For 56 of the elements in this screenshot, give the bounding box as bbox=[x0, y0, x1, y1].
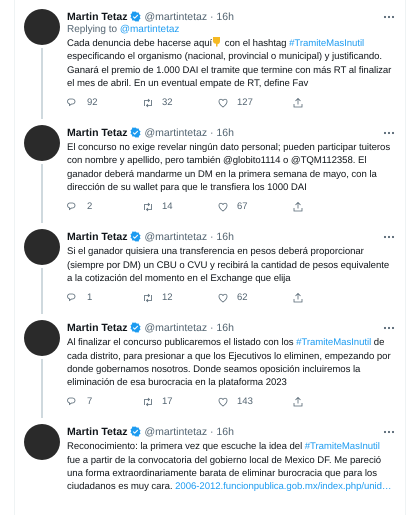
more-options-icon[interactable] bbox=[383, 14, 395, 18]
heart-icon[interactable] bbox=[217, 396, 229, 408]
verified-badge-icon bbox=[130, 127, 142, 138]
like-count: 62 bbox=[237, 292, 248, 304]
verified-badge-icon bbox=[130, 426, 142, 438]
share-icon[interactable] bbox=[292, 96, 304, 109]
author-name[interactable]: Martin Tetaz bbox=[67, 426, 128, 438]
tweet-text: Al finalizar el concurso publicaremos el listado con los #TramiteMasInutil de cada distrito, para presionar a que los Ejecutivos lo eliminen, empezando por donde gobernamos nosotros. Donde seamos oposición incluiremos la eliminación de esa burocracia en la plataforma 2023 bbox=[67, 336, 392, 390]
verified-badge-icon bbox=[130, 11, 142, 22]
pointing-down-hand-icon bbox=[212, 36, 222, 47]
author-name[interactable]: Martin Tetaz bbox=[67, 322, 128, 334]
retweet-icon[interactable] bbox=[142, 96, 154, 109]
avatar[interactable] bbox=[24, 320, 60, 356]
author-handle-time[interactable]: @martintetaz · 16h bbox=[144, 230, 234, 243]
tweet-text: El concurso no exige revelar ningún dato personal; pueden participar tuiteros con nombre y apellido, pero también @globito1114 o @TQM112358. El ganador deberá mandarme un DM en la primera semana de mayo, con la dirección de su wallet para que le transfiera los 1000 DAI bbox=[67, 141, 392, 194]
tweet-text: Si el ganador quisiera una transferencia en pesos deberá proporcionar (siempre por DM) un CBU o CVU y recibirá la cantidad de pesos equivalente a la cotización del momento en el Exchange que elija bbox=[67, 245, 390, 286]
author-name[interactable]: Martin Tetaz bbox=[67, 126, 128, 139]
share-icon[interactable] bbox=[292, 396, 304, 408]
reply-count: 1 bbox=[87, 292, 92, 304]
retweet-count: 14 bbox=[162, 201, 173, 212]
like-count: 127 bbox=[237, 97, 253, 108]
reply-count: 92 bbox=[87, 97, 98, 108]
author-handle-time[interactable]: @martintetaz · 16h bbox=[144, 426, 234, 438]
author-name[interactable]: Martin Tetaz bbox=[67, 10, 128, 22]
more-options-icon[interactable] bbox=[383, 430, 395, 434]
tweet-text: Cada denuncia debe hacerse aquí con el hashtag #TramiteMasInutil especificando el organismo (nacional, provincial o municipal) y justificando. Ganará el premio de 1.000 DAI el tramite que termine con más RT al finalizar el mes de abril. En un eventual empate de RT, define Fav bbox=[67, 36, 392, 90]
avatar[interactable] bbox=[24, 9, 60, 45]
more-options-icon[interactable] bbox=[383, 326, 395, 330]
like-count: 67 bbox=[237, 201, 248, 212]
author-name[interactable]: Martin Tetaz bbox=[67, 230, 128, 243]
verified-badge-icon bbox=[130, 322, 142, 334]
avatar[interactable] bbox=[24, 424, 60, 460]
author-handle-time[interactable]: @martintetaz · 16h bbox=[144, 10, 234, 22]
verified-badge-icon bbox=[130, 231, 142, 242]
reply-count: 2 bbox=[87, 201, 92, 212]
heart-icon[interactable] bbox=[217, 292, 229, 304]
heart-icon[interactable] bbox=[217, 96, 229, 109]
share-icon[interactable] bbox=[292, 292, 304, 304]
avatar[interactable] bbox=[24, 125, 60, 162]
author-handle-time[interactable]: @martintetaz · 16h bbox=[144, 126, 234, 139]
retweet-icon[interactable] bbox=[142, 396, 154, 408]
retweet-icon[interactable] bbox=[142, 292, 154, 304]
retweet-count: 12 bbox=[162, 292, 173, 304]
more-options-icon[interactable] bbox=[383, 130, 395, 135]
author-handle-time[interactable]: @martintetaz · 16h bbox=[144, 322, 234, 334]
like-count: 143 bbox=[237, 396, 253, 408]
avatar[interactable] bbox=[24, 229, 60, 266]
retweet-icon[interactable] bbox=[142, 200, 154, 213]
more-options-icon[interactable] bbox=[383, 234, 395, 239]
tweet-text: Reconocimiento: la primera vez que escuche la idea del #TramiteMasInutil fue a partir de la convocatoria del gobierno local de Mexico DF. Me pareció una forma extraordinariamente barata de eliminar burocracia que para los ciudadanos es muy cara. 2006-2012.funcionpublica.gob.mx/index.php/unid… bbox=[67, 440, 392, 494]
replying-to-text: Replying to @martintetaz bbox=[67, 24, 180, 35]
retweet-count: 17 bbox=[162, 396, 173, 408]
heart-icon[interactable] bbox=[217, 200, 229, 213]
retweet-count: 32 bbox=[162, 97, 173, 108]
reply-count: 7 bbox=[87, 396, 92, 408]
share-icon[interactable] bbox=[292, 200, 304, 213]
